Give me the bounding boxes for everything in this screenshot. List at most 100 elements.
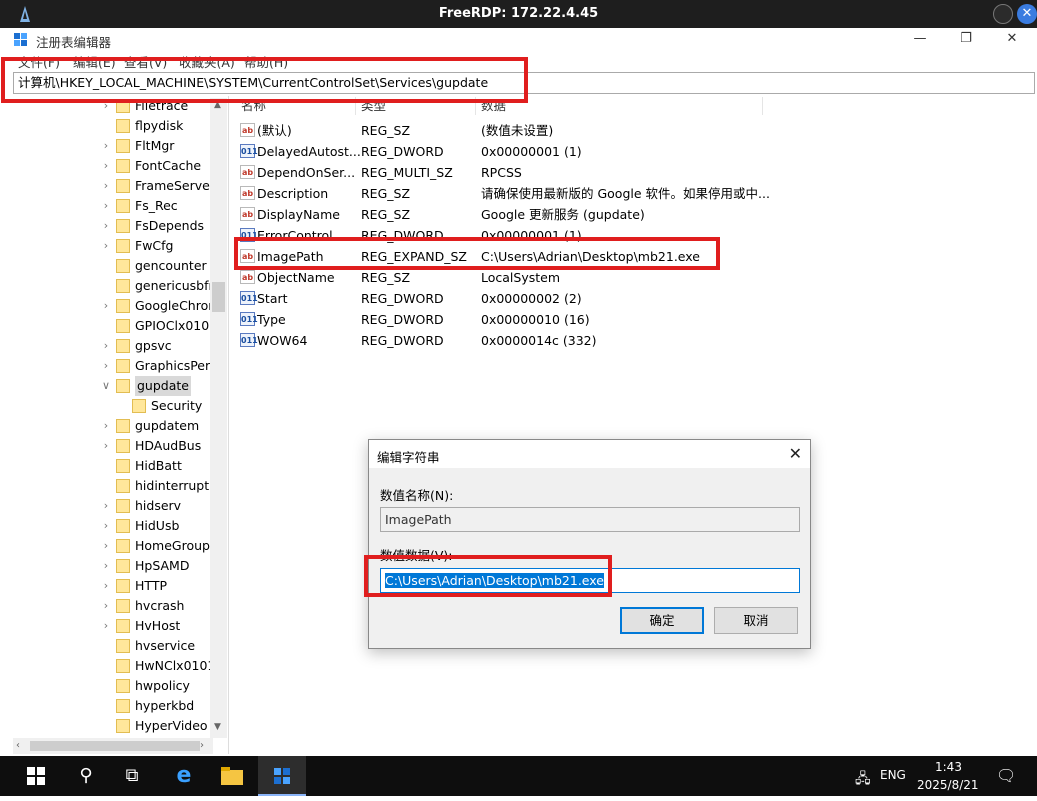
scroll-left-icon[interactable]: ‹	[16, 740, 20, 751]
chevron-right-icon[interactable]: ›	[100, 516, 112, 536]
task-view-icon[interactable]: ⧉	[108, 756, 156, 796]
tree-item[interactable]: hvservice	[100, 636, 210, 656]
tree-item-label: hvcrash	[135, 598, 185, 613]
tree-item[interactable]: › gupdatem	[100, 416, 210, 436]
tree-scrollbar-thumb[interactable]	[212, 282, 225, 312]
chevron-right-icon[interactable]: ›	[100, 296, 112, 316]
folder-icon	[116, 619, 130, 633]
tree-item[interactable]: › GoogleChror	[100, 296, 213, 316]
chevron-right-icon[interactable]: ›	[100, 196, 112, 216]
tree-item[interactable]: flpydisk	[100, 116, 210, 136]
tree-item[interactable]: › gpsvc	[100, 336, 210, 356]
value-row[interactable]: ab Description REG_SZ 请确保使用最新版的 Google 软件。如…	[238, 183, 798, 204]
maximize-button[interactable]: ❐	[946, 28, 986, 50]
tree-item[interactable]: genericusbfn	[100, 276, 216, 296]
search-icon[interactable]: ⚲	[62, 756, 110, 796]
scroll-right-icon[interactable]: ›	[200, 740, 204, 751]
value-row[interactable]: 011 WOW64 REG_DWORD 0x0000014c (332)	[238, 330, 798, 351]
chevron-right-icon[interactable]: ›	[100, 136, 112, 156]
cancel-button[interactable]: 取消	[714, 607, 798, 634]
app-title-bar	[0, 28, 1037, 50]
dialog-close-icon[interactable]: ✕	[789, 444, 802, 463]
tree-item[interactable]: › hvcrash	[100, 596, 210, 616]
tree-item[interactable]: › HTTP	[100, 576, 210, 596]
tree-item[interactable]: GPIOClx0101	[100, 316, 217, 336]
tree-item[interactable]: HyperVideo	[100, 716, 210, 736]
tree-item[interactable]: gencounter	[100, 256, 210, 276]
network-icon[interactable]: 🖧	[855, 768, 871, 792]
tree-item-label: HomeGroupI	[135, 538, 214, 553]
tree-item[interactable]: ∨ gupdate	[100, 376, 210, 396]
ok-button[interactable]: 确定	[620, 607, 704, 634]
value-row[interactable]: 011 Start REG_DWORD 0x00000002 (2)	[238, 288, 798, 309]
tree-item[interactable]: › HidUsb	[100, 516, 210, 536]
tree-item[interactable]: › Fs_Rec	[100, 196, 210, 216]
file-explorer-icon[interactable]	[208, 756, 256, 796]
highlight-address	[1, 57, 528, 103]
tree-item[interactable]: › FwCfg	[100, 236, 210, 256]
chevron-right-icon[interactable]: ›	[100, 576, 112, 596]
chevron-right-icon[interactable]: ›	[100, 436, 112, 456]
value-row[interactable]: ab DependOnSer... REG_MULTI_SZ RPCSS	[238, 162, 798, 183]
rdp-minimize-button[interactable]	[993, 4, 1013, 24]
tree-item[interactable]: hyperkbd	[100, 696, 210, 716]
value-row[interactable]: ab DisplayName REG_SZ Google 更新服务 (gupdate)	[238, 204, 798, 225]
chevron-right-icon[interactable]: ›	[100, 176, 112, 196]
tree-item[interactable]: › HDAudBus	[100, 436, 210, 456]
tree-item-label: FsDepends	[135, 218, 205, 233]
chevron-down-icon[interactable]: ∨	[100, 376, 112, 396]
regedit-taskbar-icon[interactable]	[258, 756, 306, 796]
chevron-right-icon[interactable]: ›	[100, 536, 112, 556]
value-data: Google 更新服务 (gupdate)	[481, 207, 645, 222]
rdp-close-button[interactable]: ✕	[1017, 4, 1037, 24]
tree-item-label: HidBatt	[135, 458, 182, 473]
internet-explorer-icon[interactable]: e	[160, 756, 208, 796]
clock-time[interactable]: 1:43	[935, 760, 962, 774]
chevron-right-icon[interactable]: ›	[100, 156, 112, 176]
tree-item[interactable]: › HvHost	[100, 616, 210, 636]
tree-item[interactable]: › hidserv	[100, 496, 210, 516]
tree-item[interactable]: › HpSAMD	[100, 556, 210, 576]
tree-item[interactable]: HidBatt	[100, 456, 210, 476]
start-button[interactable]	[12, 756, 60, 796]
column-separator[interactable]	[762, 97, 763, 115]
chevron-right-icon[interactable]: ›	[100, 416, 112, 436]
tree-item[interactable]: › HomeGroupI	[100, 536, 214, 556]
value-name: DependOnSer...	[257, 165, 356, 180]
tree-item-label: hwpolicy	[135, 678, 190, 693]
value-row[interactable]: 011 Type REG_DWORD 0x00000010 (16)	[238, 309, 798, 330]
chevron-right-icon[interactable]: ›	[100, 336, 112, 356]
tree-item[interactable]: › FsDepends	[100, 216, 210, 236]
minimize-button[interactable]: —	[900, 28, 940, 50]
tree-item[interactable]: HwNClx0101	[100, 656, 215, 676]
notification-icon[interactable]: 🗨	[996, 766, 1016, 785]
tree-item[interactable]: › GraphicsPerf	[100, 356, 215, 376]
close-button[interactable]: ✕	[992, 28, 1032, 50]
chevron-right-icon[interactable]: ›	[100, 556, 112, 576]
chevron-right-icon[interactable]: ›	[100, 216, 112, 236]
chevron-right-icon[interactable]: ›	[100, 596, 112, 616]
tree-item[interactable]: › FontCache	[100, 156, 210, 176]
folder-icon	[116, 639, 130, 653]
value-row[interactable]: ab (默认) REG_SZ (数值未设置)	[238, 120, 798, 141]
tree-item-label: Security	[151, 398, 203, 413]
value-row[interactable]: 011 DelayedAutost... REG_DWORD 0x00000001 (…	[238, 141, 798, 162]
tree-item[interactable]: › FrameServer	[100, 176, 215, 196]
language-indicator[interactable]: ENG	[880, 768, 906, 782]
chevron-right-icon[interactable]: ›	[100, 356, 112, 376]
clock-date[interactable]: 2025/8/21	[917, 778, 979, 792]
tree-hscrollbar-thumb[interactable]	[30, 741, 200, 751]
chevron-right-icon[interactable]: ›	[100, 616, 112, 636]
value-row[interactable]: ab ObjectName REG_SZ LocalSystem	[238, 267, 798, 288]
tree-item[interactable]: hidinterrupt	[100, 476, 210, 496]
scroll-down-icon[interactable]: ▼	[214, 722, 221, 732]
chevron-right-icon[interactable]: ›	[100, 496, 112, 516]
folder-icon	[116, 239, 130, 253]
folder-icon	[116, 559, 130, 573]
reg-binary-icon: 011	[240, 333, 258, 347]
reg-string-icon: ab	[240, 123, 255, 137]
chevron-right-icon[interactable]: ›	[100, 236, 112, 256]
tree-item[interactable]: › FltMgr	[100, 136, 210, 156]
tree-vertical-scrollbar[interactable]	[210, 98, 227, 738]
tree-item[interactable]: hwpolicy	[100, 676, 210, 696]
